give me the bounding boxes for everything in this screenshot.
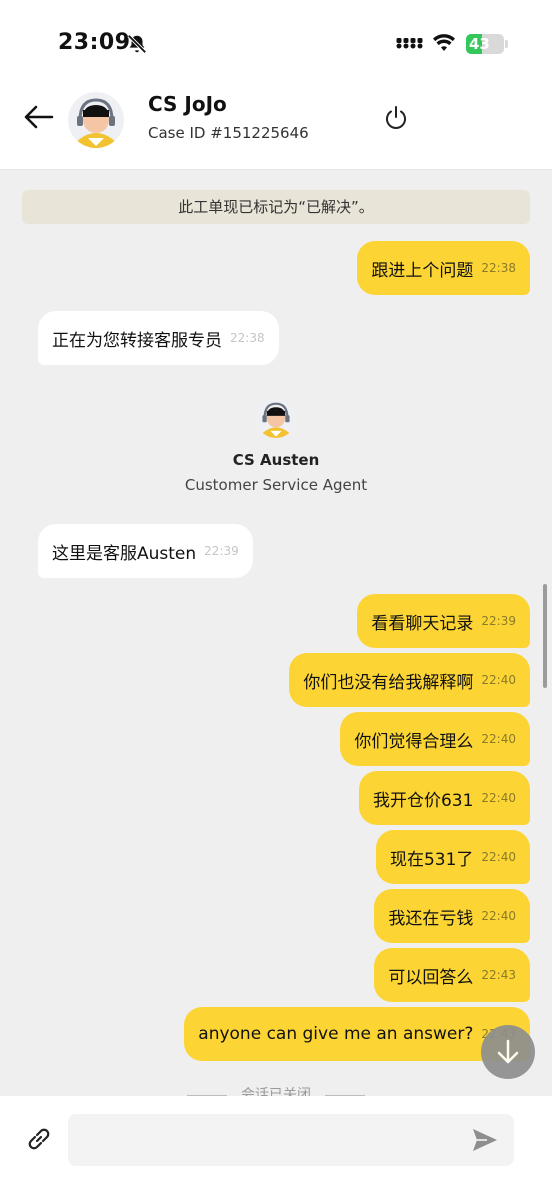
agent-avatar-icon xyxy=(260,402,292,438)
message-time: 22:40 xyxy=(481,909,516,923)
message-bubble-outgoing: anyone can give me an answer? 22:43 xyxy=(184,1007,530,1061)
message-bubble-outgoing: 我还在亏钱 22:40 xyxy=(374,889,530,943)
message-time: 22:38 xyxy=(230,331,265,345)
message-composer xyxy=(0,1096,552,1200)
message-text: 你们也没有给我解释啊 xyxy=(303,672,474,693)
system-banner: 此工单现已标记为“已解决”。 xyxy=(22,190,530,224)
message-time: 22:40 xyxy=(481,850,516,864)
arrow-down-icon xyxy=(497,1039,519,1064)
message-text: 我还在亏钱 xyxy=(388,908,474,929)
session-closed-text: 会话已关闭 xyxy=(241,1087,311,1096)
power-icon[interactable] xyxy=(382,104,410,132)
message-text: 现在531了 xyxy=(389,849,474,870)
message-time: 22:40 xyxy=(481,673,516,687)
message-text: 跟进上个问题 xyxy=(371,260,474,281)
status-bar: 23:09 43 xyxy=(0,0,552,80)
message-text: 这里是客服Austen xyxy=(52,543,197,564)
message-time: 22:43 xyxy=(481,968,516,982)
message-bubble-outgoing: 你们觉得合理么 22:40 xyxy=(340,712,530,766)
message-text: 可以回答么 xyxy=(388,967,474,988)
chat-messages[interactable]: 此工单现已标记为“已解决”。 跟进上个问题 22:38 正在为您转接客服专员 2… xyxy=(0,170,552,1096)
message-time: 22:40 xyxy=(481,791,516,805)
send-icon[interactable] xyxy=(470,1126,500,1154)
scrollbar[interactable] xyxy=(543,584,547,688)
message-time: 22:38 xyxy=(481,261,516,275)
message-bubble-outgoing: 我开仓价631 22:40 xyxy=(358,771,530,825)
status-time: 23:09 xyxy=(58,30,131,55)
agent-name: CS JoJo xyxy=(148,92,227,116)
message-text: 你们觉得合理么 xyxy=(354,731,474,752)
message-bubble-outgoing: 可以回答么 22:43 xyxy=(374,948,530,1002)
bell-slash-icon xyxy=(127,34,147,54)
agent-avatar-icon xyxy=(74,98,118,148)
message-bubble-outgoing: 看看聊天记录 22:39 xyxy=(357,594,530,648)
message-bubble-incoming: 这里是客服Austen 22:39 xyxy=(38,524,253,578)
message-time: 22:39 xyxy=(204,544,239,558)
case-id: Case ID #151225646 xyxy=(148,124,309,142)
message-text: anyone can give me an answer? xyxy=(198,1024,474,1044)
handoff-agent-name: CS Austen xyxy=(232,451,320,469)
message-time: 22:40 xyxy=(481,732,516,746)
message-bubble-outgoing: 你们也没有给我解释啊 22:40 xyxy=(289,653,530,707)
back-arrow-icon[interactable] xyxy=(22,102,56,132)
wifi-icon xyxy=(433,34,455,51)
message-text: 我开仓价631 xyxy=(372,790,474,811)
link-icon[interactable] xyxy=(24,1124,54,1154)
session-closed-note: 会话已关闭 xyxy=(0,1084,552,1096)
handoff-agent-role: Customer Service Agent xyxy=(184,476,368,494)
message-time: 22:39 xyxy=(481,614,516,628)
message-text: 正在为您转接客服专员 xyxy=(52,330,222,351)
message-bubble-outgoing: 现在531了 22:40 xyxy=(375,830,530,884)
scroll-to-bottom-button[interactable] xyxy=(481,1025,535,1079)
battery-cap xyxy=(505,40,508,48)
message-bubble-incoming: 正在为您转接客服专员 22:38 xyxy=(38,311,279,365)
chat-header: CS JoJo Case ID #151225646 xyxy=(0,80,552,170)
avatar xyxy=(68,92,124,148)
signal-icon xyxy=(396,38,423,49)
battery-icon: 43 xyxy=(466,34,504,54)
battery-percent: 43 xyxy=(469,35,490,53)
message-bubble-outgoing: 跟进上个问题 22:38 xyxy=(357,241,530,295)
avatar xyxy=(256,398,296,438)
message-input[interactable] xyxy=(68,1114,514,1166)
message-text: 看看聊天记录 xyxy=(371,613,474,634)
